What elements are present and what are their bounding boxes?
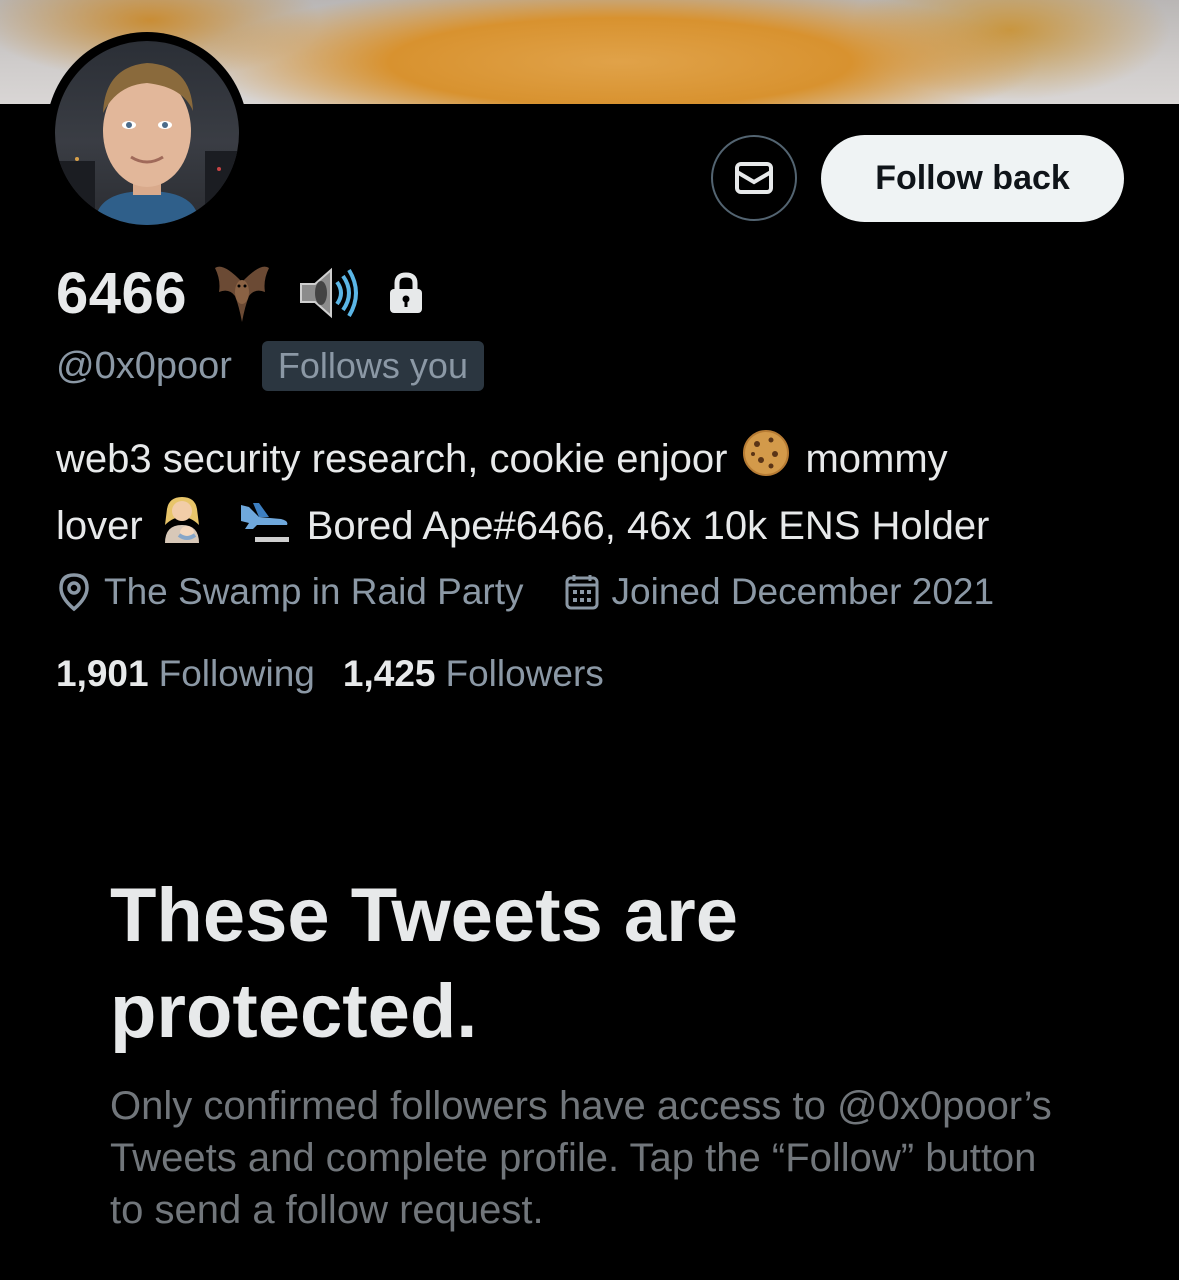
profile-page: Follow back 6466 @0x0poor Follows you we… [0, 0, 1179, 1280]
airplane-arrival-emoji [235, 495, 293, 562]
followers-label: Followers [445, 653, 604, 694]
bio-text-4: Bored Ape#6466, 46x 10k ENS Holder [306, 504, 990, 549]
follow-back-button[interactable]: Follow back [821, 135, 1124, 222]
cookie-emoji [741, 428, 791, 495]
handle: @0x0poor [56, 344, 232, 387]
bio: web3 security research, cookie enjoor mom… [56, 428, 1136, 562]
lock-icon [387, 271, 425, 315]
bio-text-2: mommy [805, 437, 948, 482]
display-name: 6466 [56, 260, 188, 326]
followers-count: 1,425 [342, 653, 436, 694]
handle-row: @0x0poor Follows you [56, 340, 484, 392]
follows-you-badge: Follows you [261, 341, 484, 391]
following-label: Following [158, 653, 315, 694]
followers-link[interactable]: 1,425 Followers [343, 653, 604, 695]
bio-text-1: web3 security research, cookie enjoor [56, 437, 728, 482]
follow-stats: 1,901 Following 1,425 Followers [56, 650, 604, 698]
name-row: 6466 [56, 258, 425, 328]
mail-icon [735, 162, 773, 194]
avatar-portrait-icon [55, 63, 239, 225]
location: The Swamp in Raid Party [56, 571, 524, 613]
joined-text: Joined December 2021 [611, 571, 995, 612]
following-count: 1,901 [56, 653, 149, 694]
protected-title: These Tweets are protected. [110, 873, 739, 1054]
message-button[interactable] [711, 135, 797, 221]
speaker-emoji [297, 262, 361, 324]
profile-meta: The Swamp in Raid Party Joined December … [56, 568, 994, 616]
protected-description: Only confirmed followers have access to … [110, 1084, 1052, 1232]
bio-text-3: lover [56, 504, 143, 549]
calendar-icon [565, 575, 599, 610]
avatar-image [55, 41, 239, 225]
location-pin-icon [59, 573, 89, 612]
breastfeeding-emoji [157, 495, 207, 562]
joined-date: Joined December 2021 [564, 571, 995, 613]
avatar[interactable] [46, 32, 248, 234]
following-link[interactable]: 1,901 Following [56, 653, 315, 695]
location-text: The Swamp in Raid Party [104, 571, 524, 612]
bat-emoji [213, 262, 271, 324]
